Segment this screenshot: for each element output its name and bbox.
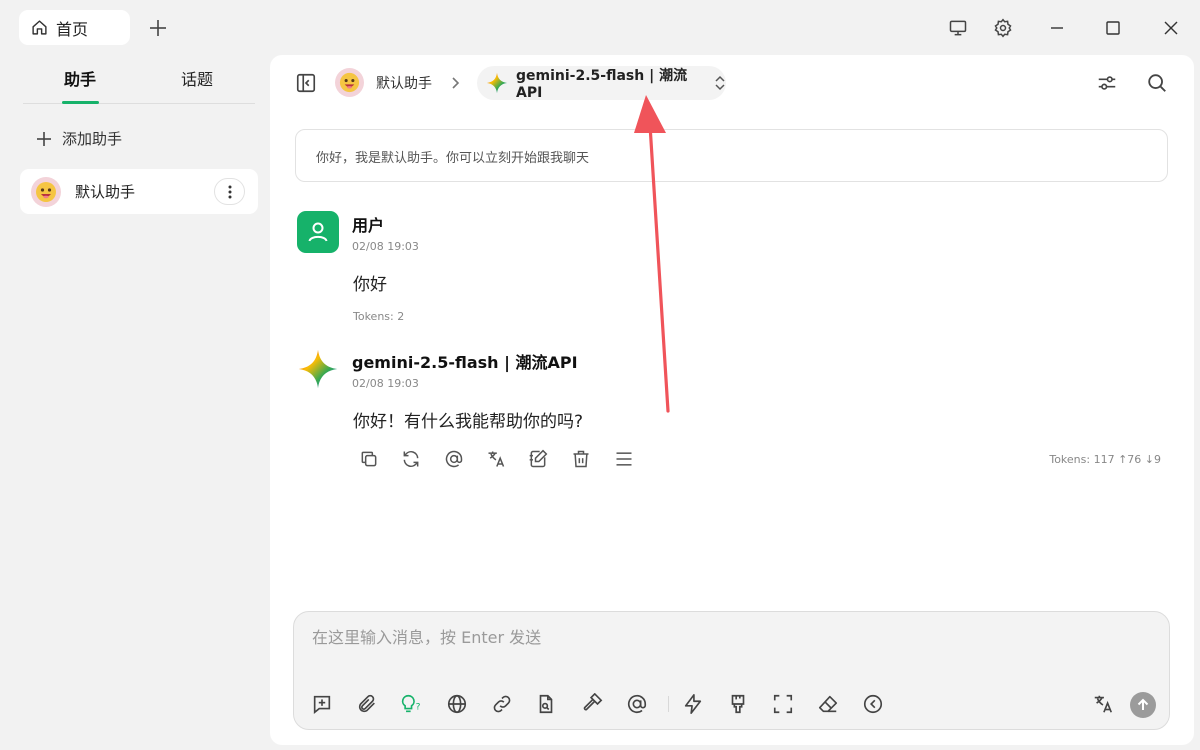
svg-text:?: ? — [416, 702, 421, 713]
toolbar-divider — [668, 696, 669, 712]
globe-icon[interactable] — [446, 693, 468, 715]
gemini-sparkle-icon — [486, 72, 508, 94]
brush-icon[interactable] — [727, 693, 749, 715]
sliders-settings-icon[interactable] — [1096, 72, 1118, 94]
new-topic-icon[interactable] — [311, 693, 333, 715]
header-assistant[interactable]: 默认助手 — [335, 68, 432, 97]
send-button[interactable] — [1130, 692, 1156, 718]
mention-model-icon[interactable] — [626, 693, 648, 715]
thinking-bulb-icon[interactable]: ? — [400, 693, 422, 715]
translate-icon[interactable] — [486, 449, 506, 469]
copy-icon[interactable] — [359, 449, 379, 469]
assistant-emoji-avatar — [31, 176, 61, 207]
gemini-avatar-icon — [297, 348, 339, 390]
tab-assistants[interactable]: 助手 — [64, 66, 96, 90]
minimize-button[interactable] — [1043, 14, 1071, 42]
sidebar-divider — [23, 103, 255, 104]
collapse-left-icon[interactable] — [862, 693, 884, 715]
assistant-message-text: 你好！有什么我能帮助你的吗? — [353, 412, 584, 432]
arrow-up-icon — [1136, 698, 1150, 712]
home-icon — [31, 19, 48, 36]
menu-icon[interactable] — [613, 449, 633, 469]
plus-icon — [36, 131, 52, 147]
welcome-message: 你好，我是默认助手。你可以立刻开始跟我聊天 — [295, 129, 1168, 182]
user-avatar — [297, 211, 339, 253]
trash-icon[interactable] — [571, 449, 591, 469]
regenerate-icon[interactable] — [401, 449, 421, 469]
user-message-time: 02/08 19:03 — [352, 240, 419, 253]
more-options-icon[interactable] — [214, 178, 245, 205]
header-emoji-avatar — [335, 68, 364, 97]
fullscreen-icon[interactable] — [772, 693, 794, 715]
add-assistant-button[interactable]: 添加助手 — [36, 128, 122, 149]
user-sender-name: 用户 — [352, 216, 385, 235]
edit-note-icon[interactable] — [528, 449, 548, 469]
assistant-sender-name: gemini-2.5-flash | 潮流API — [352, 353, 578, 372]
active-tab-indicator — [62, 101, 99, 104]
lightning-icon[interactable] — [682, 693, 704, 715]
hammer-tool-icon[interactable] — [581, 693, 603, 715]
close-button[interactable] — [1157, 14, 1185, 42]
message-input[interactable] — [312, 628, 1012, 647]
search-icon[interactable] — [1146, 72, 1168, 94]
assistant-message-time: 02/08 19:03 — [352, 377, 419, 390]
tab-topics[interactable]: 话题 — [181, 66, 213, 90]
annotation-arrow — [634, 95, 670, 413]
translate-input-icon[interactable] — [1092, 693, 1114, 715]
maximize-button[interactable] — [1099, 14, 1127, 42]
assistant-name: 默认助手 — [75, 183, 136, 201]
monitor-icon[interactable] — [944, 14, 972, 42]
assistant-list-item[interactable]: 默认助手 — [20, 169, 258, 214]
settings-gear-icon[interactable] — [989, 14, 1017, 42]
user-message-text: 你好 — [353, 275, 387, 295]
add-assistant-label: 添加助手 — [62, 130, 123, 148]
mention-icon[interactable] — [444, 449, 464, 469]
home-tab-label: 首页 — [56, 19, 89, 39]
eraser-icon[interactable] — [817, 693, 839, 715]
header-assistant-name: 默认助手 — [376, 75, 432, 92]
attachment-icon[interactable] — [356, 693, 378, 715]
home-tab[interactable]: 首页 — [19, 10, 130, 45]
file-search-icon[interactable] — [535, 693, 557, 715]
sidebar-toggle-icon[interactable] — [295, 72, 317, 94]
assistant-message-tokens: Tokens: 117 ↑76 ↓9 — [1049, 453, 1161, 466]
link-icon[interactable] — [491, 693, 513, 715]
chevron-updown-icon — [714, 75, 726, 91]
user-message-tokens: Tokens: 2 — [353, 310, 405, 323]
chevron-right-icon — [449, 75, 463, 91]
new-tab-button[interactable] — [146, 16, 170, 40]
